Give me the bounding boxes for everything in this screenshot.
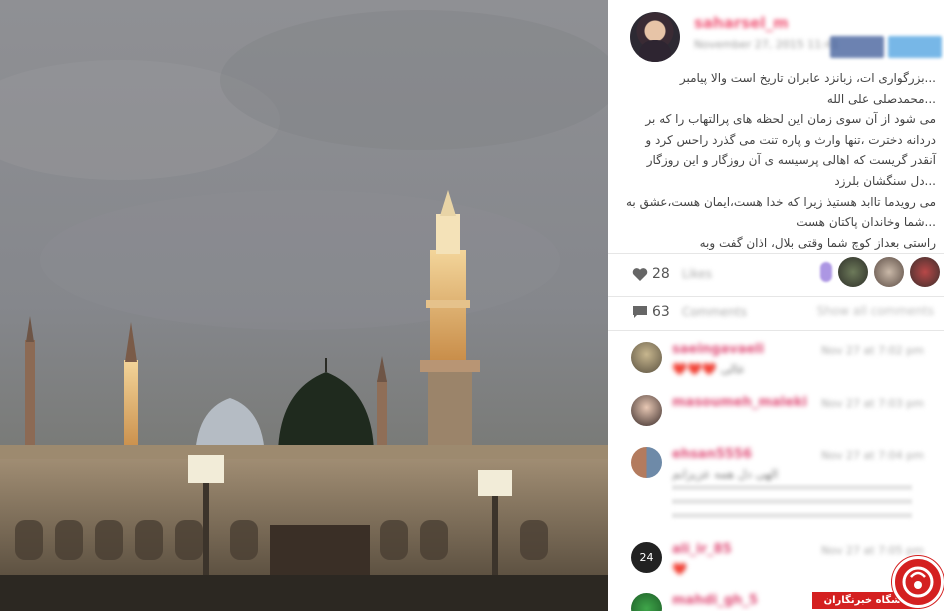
commenter-username[interactable]: ehsan5556 xyxy=(672,447,752,462)
liker-avatar[interactable] xyxy=(838,257,868,287)
comment-time: Nov 27 at 7:03 pm xyxy=(821,397,924,410)
mosque-illustration xyxy=(0,0,608,611)
liker-avatar[interactable] xyxy=(874,257,904,287)
likes-label: Likes xyxy=(681,267,713,281)
caption-line: می رویدما تاابد هستیذ زیرا که خدا هست،ای… xyxy=(625,194,936,209)
comment-time: Nov 27 at 7:04 pm xyxy=(821,449,924,462)
comments-label: Comments xyxy=(681,305,747,319)
commenter-username[interactable]: masoumeh_maleki xyxy=(672,395,807,410)
caption-line: ...بزرگواری ات، زبانزد عابران تاریخ است … xyxy=(679,71,936,85)
commenter-avatar[interactable] xyxy=(631,342,662,373)
comment-item: ehsan5556 Nov 27 at 7:04 pm الهی دل همه … xyxy=(608,443,944,533)
caption-line: ...محمدصلی علی الله xyxy=(826,91,936,106)
liker-avatar[interactable] xyxy=(910,257,940,287)
likes-stat[interactable]: 28 Likes xyxy=(632,266,712,282)
user-avatar[interactable] xyxy=(630,12,680,62)
caption-line: دردانه دخترت ،تنها وارث و پاره تنت می گذ… xyxy=(645,132,936,147)
comment-text: ❤️ xyxy=(672,562,687,576)
commenter-avatar[interactable] xyxy=(631,447,662,478)
show-all-comments-link[interactable]: Show all comments xyxy=(817,304,934,318)
post-date: November 27, 2015 11:41 xyxy=(694,38,839,51)
divider xyxy=(608,330,944,331)
divider xyxy=(608,253,944,254)
commenter-username[interactable]: saeingavaeli xyxy=(672,342,764,357)
commenter-username[interactable]: ali_ir_85 xyxy=(672,542,732,557)
username-link[interactable]: saharsel_m xyxy=(694,14,789,32)
heart-icon xyxy=(632,267,648,281)
divider xyxy=(608,296,944,297)
news-agency-watermark: باشگاه خبرنگاران xyxy=(812,556,944,611)
comment-text: الهی دل همه عزیزانم xyxy=(672,467,779,481)
watermark-logo-icon xyxy=(892,556,944,608)
post-details-panel: saharsel_m November 27, 2015 11:41 ...بز… xyxy=(608,0,944,611)
caption-line: ...دل سنگشان بلرزد xyxy=(834,173,936,188)
caption-line: می شود از آن سوی زمان این لحظه های پرالت… xyxy=(645,112,936,127)
twitter-share-button[interactable] xyxy=(888,36,942,58)
post-caption: ...بزرگواری ات، زبانزد عابران تاریخ است … xyxy=(622,68,936,253)
commenter-username[interactable]: mahdi_gh_5 xyxy=(672,593,758,608)
post-photo xyxy=(0,0,608,611)
post-header: saharsel_m November 27, 2015 11:41 xyxy=(608,0,944,68)
commenter-avatar[interactable] xyxy=(631,593,662,611)
comment-text: ❤️❤️❤️ عالی xyxy=(672,362,746,376)
comments-stat[interactable]: 63 Comments xyxy=(632,304,747,320)
comment-icon xyxy=(633,306,647,318)
caption-line: راستی بعداز کوچ شما وقتی بلال، اذان گفت … xyxy=(699,235,936,250)
comment-text-continued xyxy=(672,485,912,521)
more-likers-icon[interactable] xyxy=(820,262,832,282)
caption-line: آنقدر گریست که اهالی پرسیسه ی آن روزگار … xyxy=(646,153,936,168)
facebook-share-button[interactable] xyxy=(830,36,884,58)
commenter-avatar[interactable] xyxy=(631,395,662,426)
comment-time: Nov 27 at 7:02 pm xyxy=(821,344,924,357)
likes-count: 28 xyxy=(652,266,670,282)
comment-item: masoumeh_maleki Nov 27 at 7:03 pm xyxy=(608,392,944,438)
comment-item: saeingavaeli Nov 27 at 7:02 pm ❤️❤️❤️ عا… xyxy=(608,338,944,384)
comments-count: 63 xyxy=(652,304,670,320)
likers-avatars xyxy=(820,257,940,287)
caption-line: ...شما وخاندان پاکتان هست xyxy=(796,215,936,230)
commenter-avatar[interactable]: 24 xyxy=(631,542,662,573)
